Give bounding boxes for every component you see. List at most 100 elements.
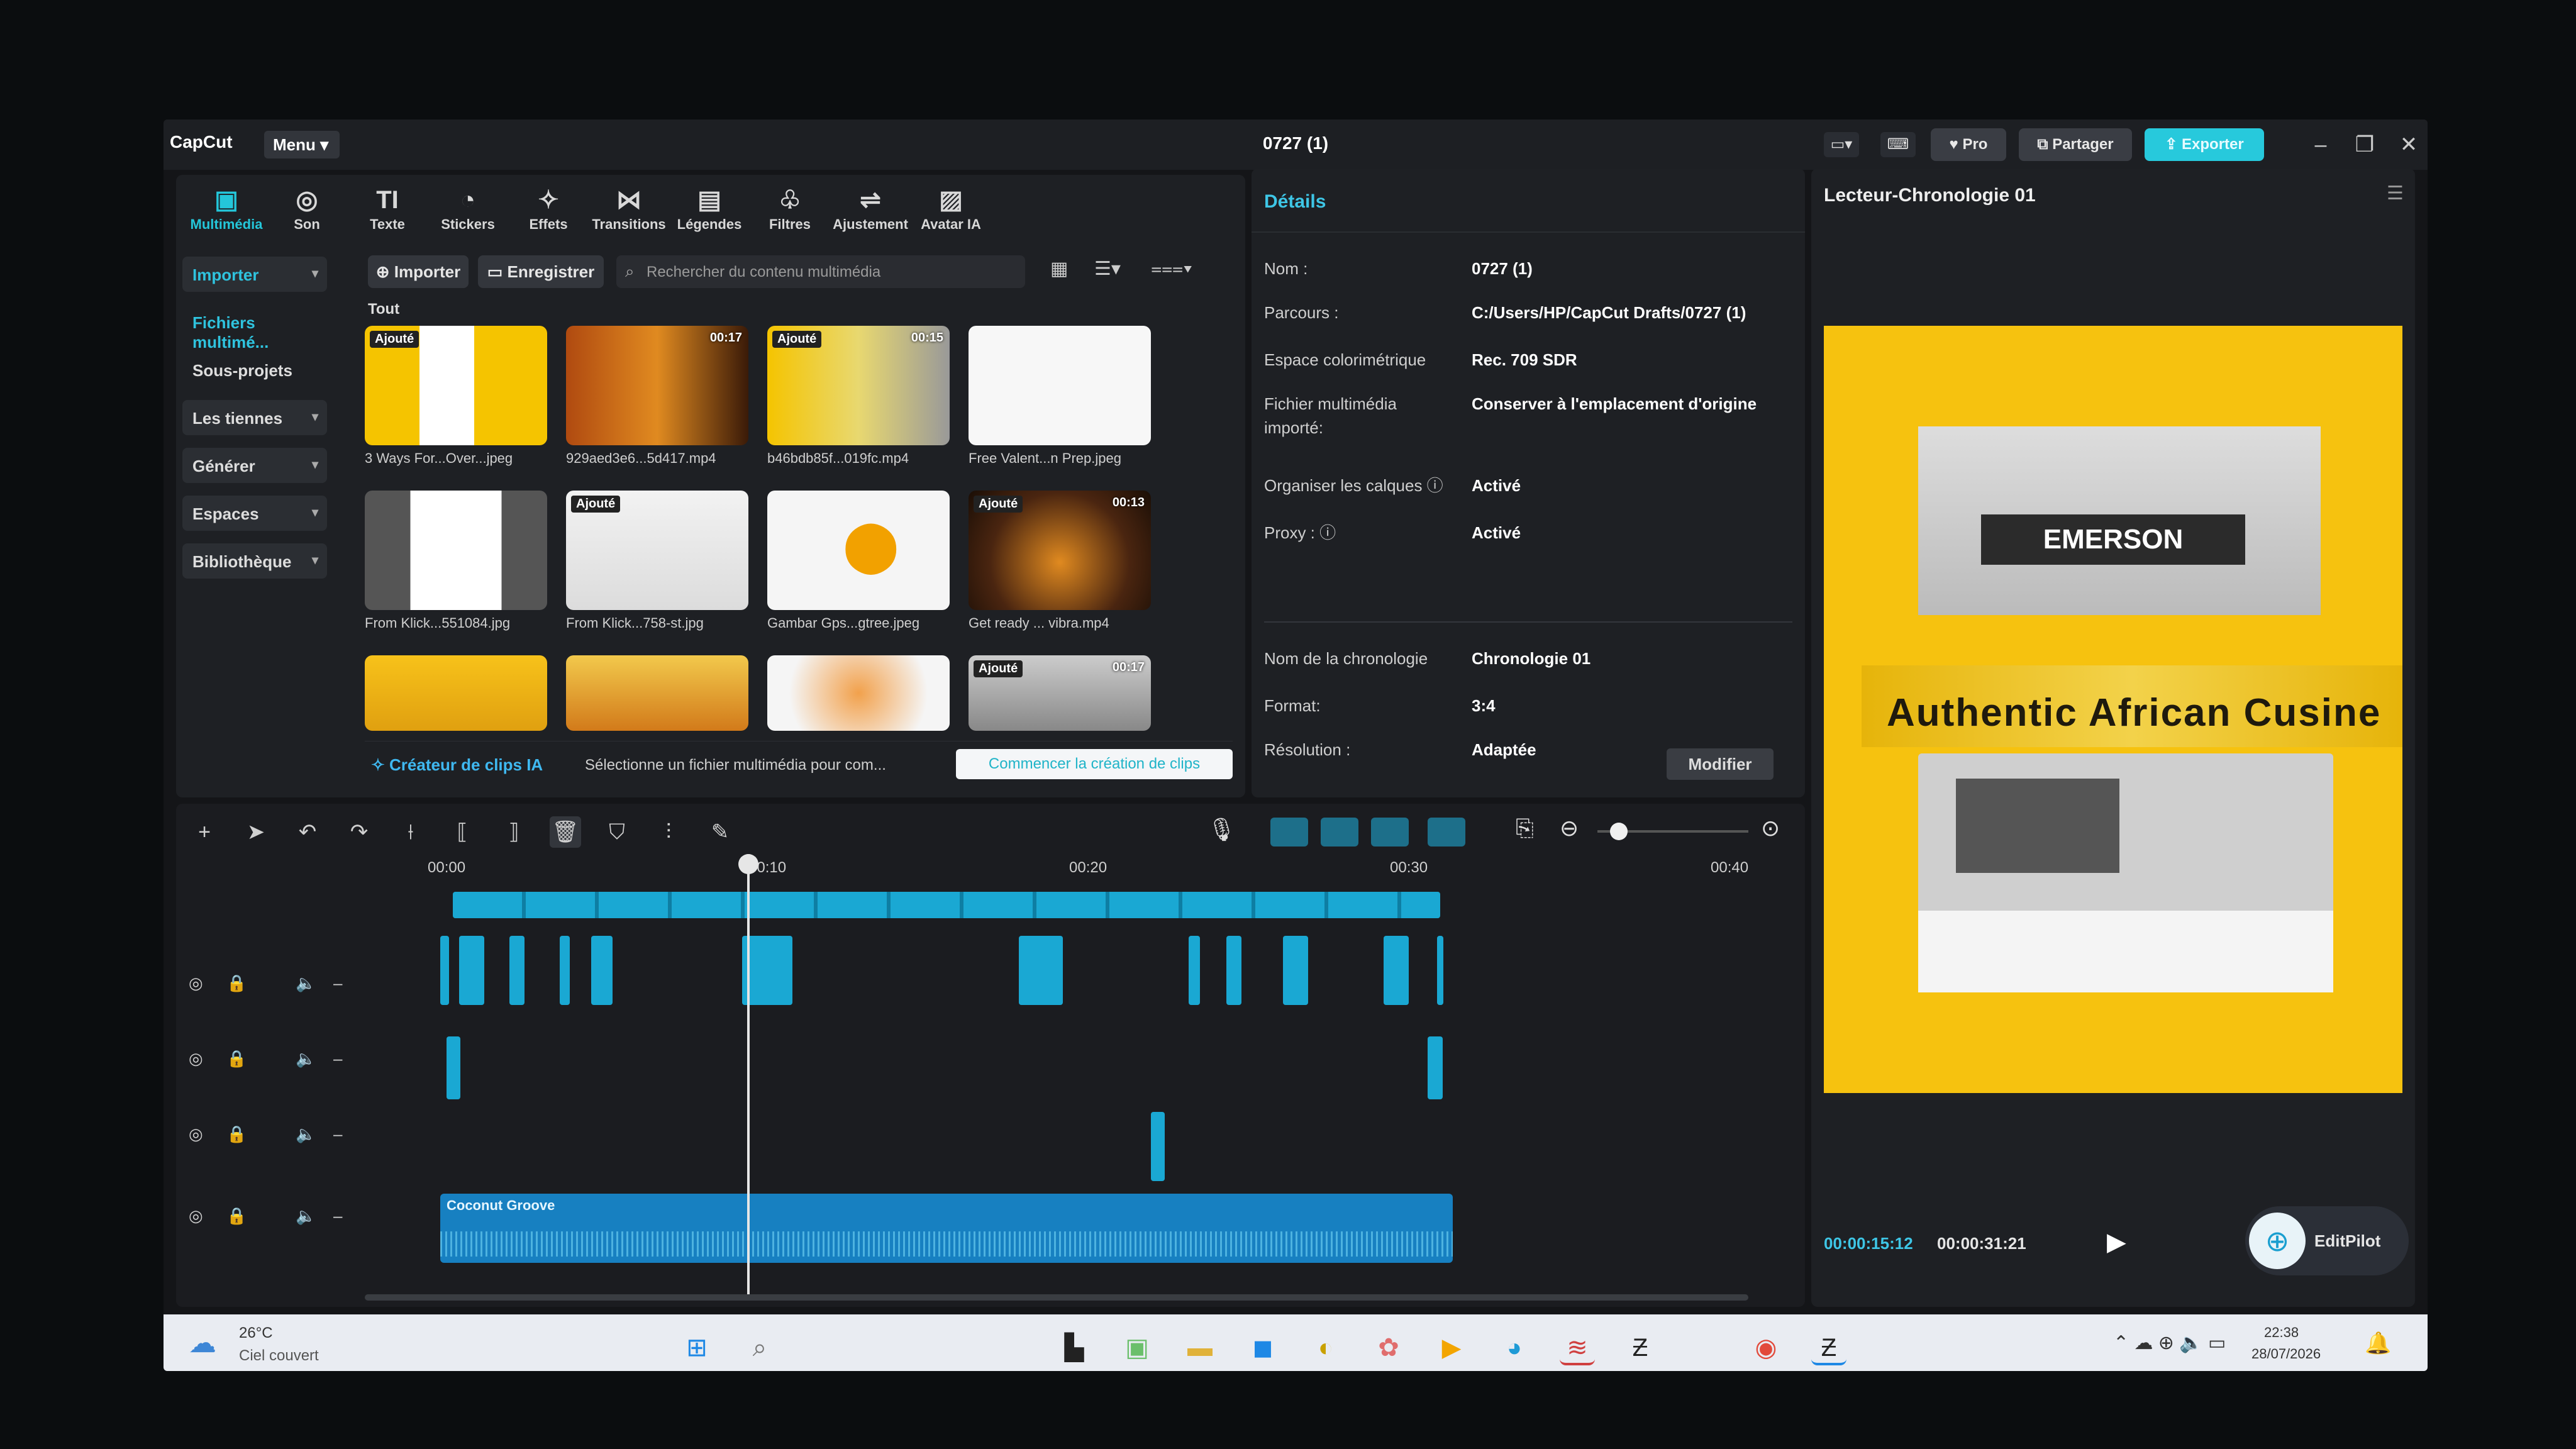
restore-icon[interactable]: ❐	[2346, 128, 2384, 161]
modify-button[interactable]: Modifier	[1667, 748, 1774, 780]
system-tray[interactable]: ⌃ ☁ ⊕ 🔈 ▭	[2113, 1332, 2226, 1354]
shield-icon[interactable]: ⛉	[601, 816, 633, 848]
menu-button[interactable]: Menu ▾	[264, 131, 340, 158]
media-thumbnail[interactable]	[767, 655, 950, 731]
eye-icon[interactable]: ◎	[189, 1049, 203, 1069]
close-icon[interactable]: ✕	[2390, 128, 2428, 161]
media-item[interactable]: Ajouté 00:17	[969, 655, 1151, 731]
mute-icon[interactable]: 🔈	[296, 1206, 316, 1226]
media-item[interactable]: 00:17 929aed3e6...5d417.mp4	[566, 326, 748, 467]
media-thumbnail[interactable]: Ajouté	[566, 491, 748, 610]
microphone-icon[interactable]: 🎙	[1208, 816, 1236, 843]
media-item[interactable]	[767, 655, 950, 731]
eye-icon[interactable]: ◎	[189, 1124, 203, 1144]
media-item[interactable]: Ajouté From Klick...758-st.jpg	[566, 491, 748, 631]
capcut-icon[interactable]: Ƶ	[1623, 1330, 1658, 1365]
search-taskbar-icon[interactable]: ⌕	[742, 1330, 777, 1365]
lock-icon[interactable]: 🔒	[226, 974, 247, 993]
undo-icon[interactable]: ↶	[292, 816, 323, 848]
media-item[interactable]: ⬤ Gambar Gps...gtree.jpeg	[767, 491, 950, 631]
mute-icon[interactable]: 🔈	[296, 974, 316, 993]
tab-stickers[interactable]: ◔ Stickers	[430, 184, 506, 240]
timeline-ruler[interactable]: 00:00 00:10 00:20 00:30 00:40	[428, 854, 1799, 879]
media-item[interactable]: Ajouté 00:15 b46bdb85f...019fc.mp4	[767, 326, 950, 467]
clip[interactable]	[447, 1036, 460, 1099]
export-button[interactable]: ⇪ Exporter	[2145, 128, 2264, 161]
start-clip-creation-button[interactable]: Commencer la création de clips	[956, 749, 1233, 779]
editpilot-widget[interactable]: ⊕ EditPilot	[2245, 1206, 2409, 1275]
tab-ajustement[interactable]: ⇌ Ajustement	[833, 184, 908, 240]
media-thumbnail[interactable]	[969, 326, 1151, 445]
collapse-icon[interactable]: –	[333, 974, 342, 993]
clip[interactable]	[1437, 936, 1443, 1005]
sidebar-item-3[interactable]: Sous-projets	[182, 352, 327, 387]
clip[interactable]	[1151, 1112, 1165, 1181]
caption-icon[interactable]: ⎘	[1516, 815, 1534, 842]
clip[interactable]	[1189, 936, 1200, 1005]
media-item[interactable]: Ajouté 3 Ways For...Over...jpeg	[365, 326, 547, 467]
layout-icon[interactable]: ▭▾	[1824, 132, 1859, 157]
lock-icon[interactable]: 🔒	[226, 1124, 247, 1144]
media-item[interactable]	[365, 655, 547, 731]
tab-filtres[interactable]: ♧ Filtres	[752, 184, 828, 240]
clip[interactable]	[1384, 936, 1409, 1005]
player-menu-icon[interactable]: ☰	[2387, 182, 2404, 204]
timeline-scrollbar[interactable]	[365, 1294, 1748, 1301]
overlay-track-2[interactable]	[440, 1036, 1446, 1099]
media-thumbnail[interactable]: Ajouté 00:15	[767, 326, 950, 445]
sidebar-item-5[interactable]: Générer ▾	[182, 448, 327, 483]
tab-multim-dia[interactable]: ▣ Multimédia	[189, 184, 264, 240]
clip[interactable]	[509, 936, 525, 1005]
play-icon[interactable]: ▶	[2107, 1228, 2126, 1257]
clip[interactable]	[1283, 936, 1308, 1005]
mute-icon[interactable]: 🔈	[296, 1124, 316, 1144]
split-right-icon[interactable]: ⟧	[498, 816, 530, 848]
pro-button[interactable]: ♥ Pro	[1931, 128, 2006, 161]
media-player-icon[interactable]: ▶	[1434, 1330, 1469, 1365]
capcut-active-icon[interactable]: Ƶ	[1811, 1330, 1846, 1365]
sidebar-item-2[interactable]: Fichiers multimé...	[182, 304, 327, 352]
select-tool-icon[interactable]: ➤	[240, 816, 272, 848]
playhead-handle[interactable]	[738, 854, 759, 874]
playhead[interactable]	[738, 854, 759, 1294]
audio-track[interactable]: Coconut Groove	[440, 1194, 1453, 1263]
delete-icon[interactable]: 🗑	[550, 816, 581, 848]
search-input[interactable]: ⌕ Rechercher du contenu multimédia	[616, 255, 1025, 288]
import-button[interactable]: ⊕ Importer	[368, 255, 469, 288]
overlay-track-3[interactable]	[440, 1112, 1446, 1181]
magnet-icon[interactable]	[1321, 818, 1358, 847]
split-left-icon[interactable]: ⟦	[447, 816, 478, 848]
app-icon[interactable]: ✿	[1371, 1330, 1406, 1365]
app-icon[interactable]: ≋	[1560, 1330, 1595, 1365]
collapse-icon[interactable]: –	[333, 1049, 342, 1069]
lock-icon[interactable]: 🔒	[226, 1206, 247, 1226]
video-preview[interactable]: EMERSON Authentic African Cusine	[1824, 326, 2402, 1093]
video-clip-strip[interactable]	[453, 892, 1440, 918]
widgets-icon[interactable]: ▣	[1119, 1330, 1155, 1365]
app-icon[interactable]: ◐	[1308, 1330, 1343, 1365]
media-thumbnail[interactable]: ⬤	[767, 491, 950, 610]
tab-texte[interactable]: TI Texte	[350, 184, 425, 240]
media-thumbnail[interactable]	[566, 655, 748, 731]
clip[interactable]	[440, 936, 449, 1005]
shortcuts-icon[interactable]: ⌨	[1880, 132, 1916, 157]
zoom-slider-handle[interactable]	[1610, 823, 1628, 840]
eye-icon[interactable]: ◎	[189, 1206, 203, 1226]
lock-icon[interactable]: 🔒	[226, 1049, 247, 1069]
grid-view-icon[interactable]: ▦	[1050, 258, 1068, 280]
media-thumbnail[interactable]: Ajouté 00:17	[969, 655, 1151, 731]
clip[interactable]	[1019, 936, 1063, 1005]
edit-icon[interactable]: ✎	[704, 816, 736, 848]
media-thumbnail[interactable]	[365, 655, 547, 731]
split-view-icon[interactable]	[1428, 818, 1465, 847]
zoom-slider[interactable]	[1597, 823, 1748, 840]
share-button[interactable]: ⧉ Partager	[2019, 128, 2132, 161]
media-item[interactable]: Free Valent...n Prep.jpeg	[969, 326, 1151, 467]
file-explorer-icon[interactable]: ▬	[1182, 1330, 1218, 1365]
link-icon[interactable]	[1270, 818, 1308, 847]
notification-icon[interactable]: 🔔	[2365, 1331, 2391, 1356]
collapse-icon[interactable]: –	[333, 1124, 342, 1144]
media-thumbnail[interactable]: 00:17	[566, 326, 748, 445]
clip[interactable]	[459, 936, 484, 1005]
tab-son[interactable]: ◎ Son	[269, 184, 345, 240]
